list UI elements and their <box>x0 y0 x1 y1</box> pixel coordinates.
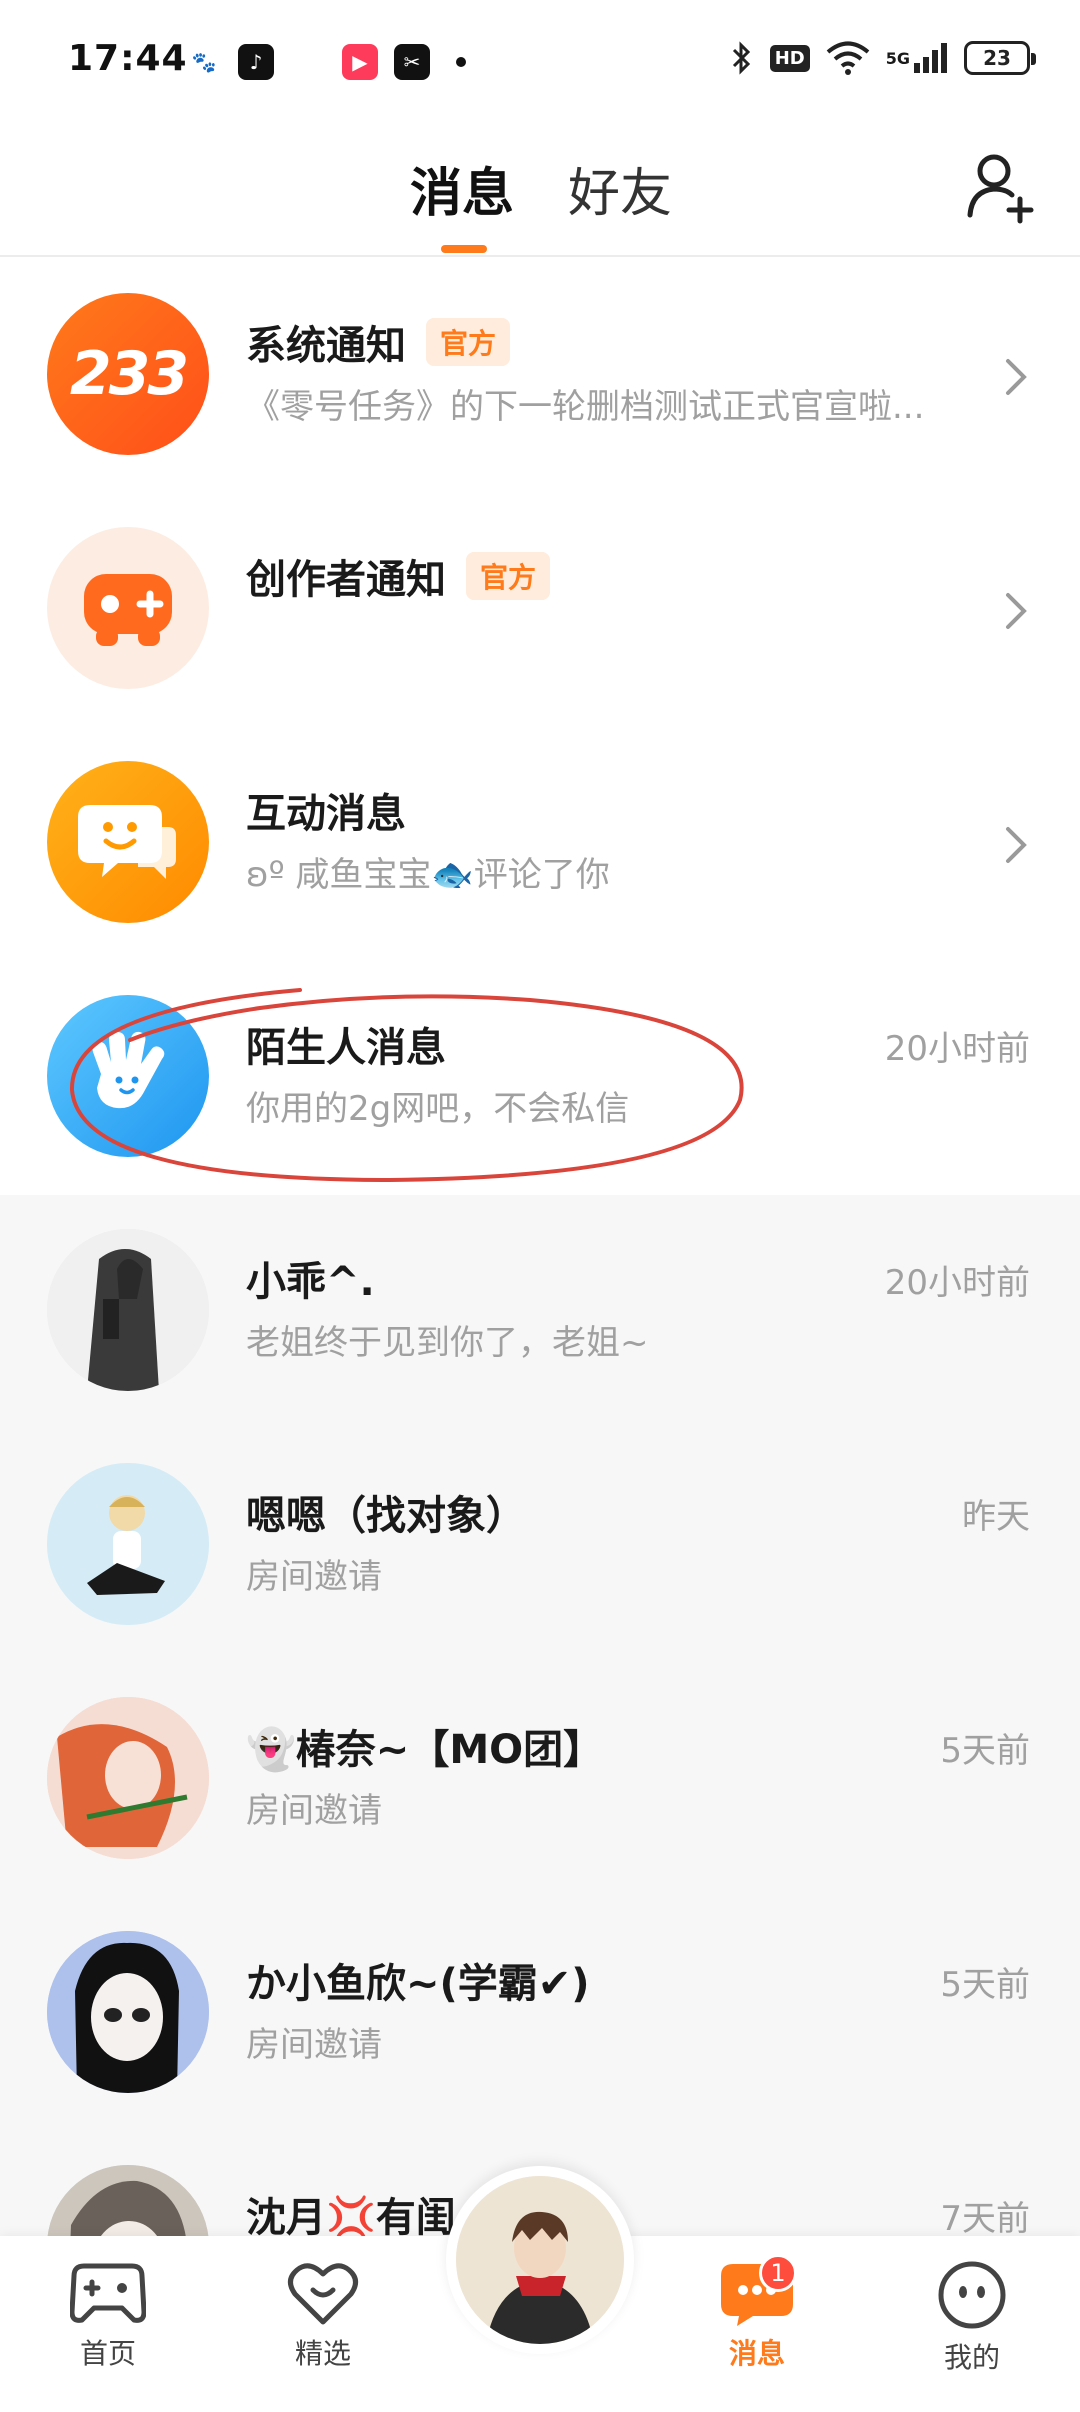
list-item-title: 创作者通知 <box>246 557 446 603</box>
list-item-time: 20小时前 <box>884 1029 1030 1069</box>
avatar <box>47 1931 209 2093</box>
list-item-subtitle: ʚº 咸鱼宝宝🐟评论了你 <box>246 855 610 895</box>
header: 消息 好友 <box>0 125 1080 257</box>
list-item-title: 互动消息 <box>246 791 406 837</box>
avatar <box>47 1697 209 1859</box>
nav-featured[interactable]: 精选 <box>263 2260 383 2372</box>
signal-icon: 5G <box>886 40 948 76</box>
list-item-time: 5天前 <box>940 1731 1030 1771</box>
list-item-subtitle: 房间邀请 <box>246 2025 382 2065</box>
list-item-stranger[interactable]: 陌生人消息 你用的2g网吧，不会私信 20小时前 <box>0 961 1080 1195</box>
creator-notice-avatar <box>47 527 209 689</box>
gamepad-plus-icon <box>84 574 172 646</box>
list-item-time: 昨天 <box>962 1497 1030 1537</box>
chat-bubble-smile-icon <box>78 805 176 879</box>
list-item-chat[interactable]: 嗯嗯（找对象） 房间邀请 昨天 <box>0 1429 1080 1663</box>
hd-icon: HD <box>769 40 810 76</box>
list-item-chat[interactable]: 小乖^. 老姐终于见到你了，老姐~ 20小时前 <box>0 1195 1080 1429</box>
tiktok-icon: ♪ <box>238 44 274 80</box>
interaction-avatar <box>47 761 209 923</box>
list-item-title: 沈月💢有闺 <box>246 2195 456 2241</box>
list-item-subtitle: 房间邀请 <box>246 1557 382 1597</box>
gamepad-icon <box>70 2263 146 2323</box>
status-time: 17:44 <box>68 38 188 79</box>
nav-messages[interactable]: 1 消息 <box>697 2254 817 2372</box>
unread-badge: 1 <box>759 2254 797 2292</box>
list-item-title: 陌生人消息 <box>246 1025 446 1071</box>
video-icon: ▶ <box>342 44 378 80</box>
list-item-time: 20小时前 <box>884 1263 1030 1303</box>
status-bar: 17:44 🐾 ♪ 🐵 ▶ ✂ HD 5G 23 <box>0 0 1080 125</box>
avatar <box>47 1229 209 1391</box>
status-app-icons: 🐾 ♪ 🐵 ▶ ✂ <box>186 44 466 80</box>
list-item-subtitle: 你用的2g网吧，不会私信 <box>246 1089 630 1129</box>
nav-home-label: 首页 <box>79 2337 136 2370</box>
nav-home[interactable]: 首页 <box>48 2260 168 2372</box>
wifi-icon <box>826 40 870 76</box>
list-item-system-notice[interactable]: 233 系统通知 官方 《零号任务》的下一轮删档测试正式官宣啦... <box>0 259 1080 493</box>
wave-hand-icon <box>92 1031 165 1109</box>
chevron-right-icon <box>1006 593 1027 629</box>
bottom-nav: 首页 精选 1 消息 我的 <box>0 2166 1080 2412</box>
list-item-chat[interactable]: か小鱼欣~(学霸✔) 房间邀请 5天前 <box>0 1897 1080 2131</box>
battery-icon: 23 <box>964 41 1036 75</box>
avatar <box>47 1463 209 1625</box>
list-item-title: 小乖^. <box>246 1259 375 1305</box>
nav-me[interactable]: 我的 <box>912 2260 1032 2376</box>
bluetooth-icon <box>730 40 754 76</box>
chevron-right-icon <box>1006 359 1027 395</box>
list-item-title: か小鱼欣~(学霸✔) <box>246 1961 590 2007</box>
profile-face-icon <box>938 2261 1006 2329</box>
list-item-subtitle: 房间邀请 <box>246 1791 382 1831</box>
list-item-creator-notice[interactable]: 创作者通知 官方 <box>0 493 1080 727</box>
list-item-title: 👻椿奈~【MO团】 <box>246 1727 604 1773</box>
nav-center-avatar[interactable] <box>446 2166 634 2354</box>
nav-me-label: 我的 <box>943 2341 1000 2374</box>
list-item-time: 5天前 <box>940 1965 1030 2005</box>
list-item-subtitle: 老姐终于见到你了，老姐~ <box>246 1323 649 1363</box>
system-notice-avatar: 233 <box>47 293 209 455</box>
capcut-icon: ✂ <box>394 44 430 80</box>
nav-messages-label: 消息 <box>728 2337 785 2370</box>
list-item-subtitle: 《零号任务》的下一轮删档测试正式官宣啦... <box>246 387 925 427</box>
monkey-icon: 🐵 <box>290 44 326 80</box>
status-indicators: HD 5G 23 <box>730 40 1036 76</box>
add-friend-icon[interactable] <box>962 147 1042 227</box>
tab-messages[interactable]: 消息 <box>410 151 514 226</box>
list-item-interaction[interactable]: 互动消息 ʚº 咸鱼宝宝🐟评论了你 <box>0 727 1080 961</box>
list-item-time: 7天前 <box>940 2199 1030 2239</box>
list-item-title: 嗯嗯（找对象） <box>246 1493 526 1539</box>
message-list: 233 系统通知 官方 《零号任务》的下一轮删档测试正式官宣啦... 创作者通知… <box>0 259 1080 2365</box>
official-badge: 官方 <box>426 318 511 366</box>
official-badge: 官方 <box>466 552 551 600</box>
avatar <box>456 2176 624 2344</box>
active-tab-indicator <box>441 245 487 253</box>
chevron-right-icon <box>1006 827 1027 863</box>
more-notifications-dot <box>456 57 466 67</box>
heart-badge-icon <box>288 2263 358 2325</box>
stranger-avatar <box>47 995 209 1157</box>
list-item-title: 系统通知 <box>246 323 406 369</box>
nav-featured-label: 精选 <box>294 2337 351 2370</box>
baidu-icon: 🐾 <box>186 44 222 80</box>
tab-friends[interactable]: 好友 <box>568 151 672 226</box>
list-item-chat[interactable]: 👻椿奈~【MO团】 房间邀请 5天前 <box>0 1663 1080 1897</box>
